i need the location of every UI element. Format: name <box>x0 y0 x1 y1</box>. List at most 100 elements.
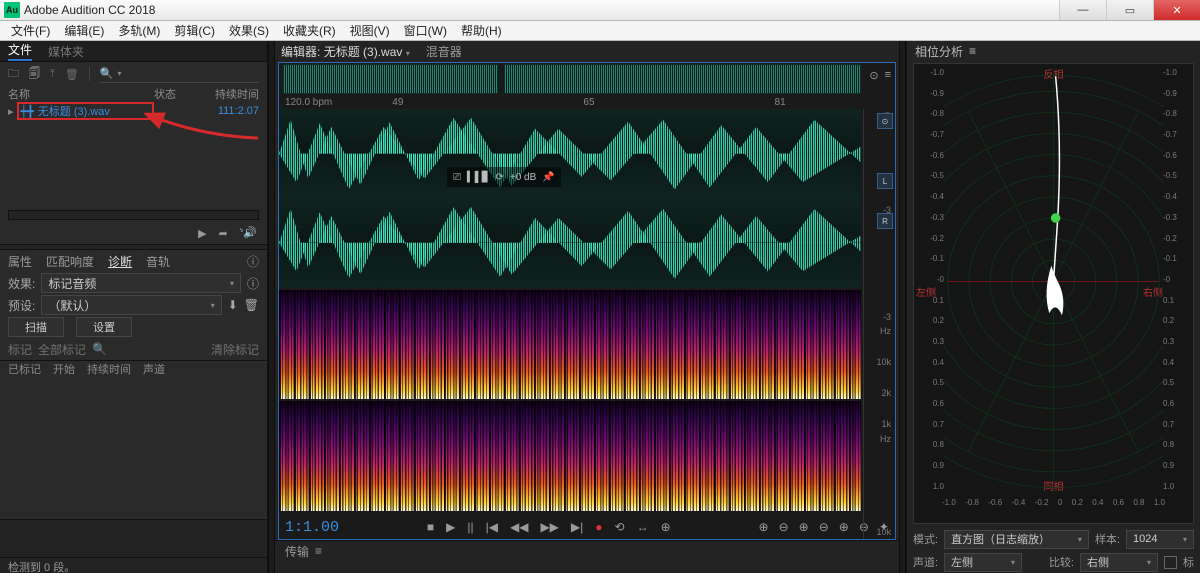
mode-select[interactable]: 直方图（日志缩放）▾ <box>944 530 1089 549</box>
hud-level-icon: ▍▌▊ <box>467 172 489 183</box>
effect-info-icon[interactable]: ⓘ <box>247 275 259 292</box>
transport-panel-tab[interactable]: 传输≡ <box>275 540 899 561</box>
zoom-out-v-icon[interactable]: ⊖ <box>819 520 829 534</box>
forward-button[interactable]: ▶▶ <box>540 520 558 534</box>
preset-select[interactable]: （默认）▾ <box>41 295 221 315</box>
col-start[interactable]: 开始 <box>53 361 75 379</box>
file-row[interactable]: ▸ ┿╋无标题 (3).wav 111:2.07 <box>0 102 267 120</box>
scan-button[interactable]: 扫描 <box>8 317 64 337</box>
record-button[interactable]: ● <box>595 520 602 534</box>
search-icon[interactable]: 🔍 <box>100 67 114 80</box>
status-bar: 检测到 0 段。 <box>0 557 267 573</box>
hud-mic-icon[interactable]: ⎚ <box>453 172 461 183</box>
col-channel[interactable]: 声道 <box>143 361 165 379</box>
tab-attributes[interactable]: 属性 <box>8 253 32 270</box>
loop-button[interactable]: ⟲ <box>615 520 625 534</box>
menu-effects[interactable]: 效果(S) <box>222 22 276 39</box>
zoom-in-sel-icon[interactable]: ⊕ <box>839 520 849 534</box>
delete-icon[interactable]: 🗑 <box>65 68 79 81</box>
delete-preset-icon[interactable]: 🗑 <box>244 298 259 312</box>
tab-audio[interactable]: 音轨 <box>146 253 170 270</box>
autoplay-icon[interactable]: ᔉ🔊 <box>240 226 257 240</box>
record-file-icon[interactable]: 🗐 <box>29 65 40 84</box>
minimize-button[interactable]: — <box>1059 0 1106 20</box>
marker-button[interactable]: ⊕ <box>661 520 671 534</box>
skip-selection-button[interactable]: ↔ <box>637 520 649 534</box>
menu-multitrack[interactable]: 多轨(M) <box>111 22 167 39</box>
col-duration2[interactable]: 持续时间 <box>87 361 131 379</box>
time-ruler[interactable]: 120.0 bpm 49 65 81 <box>279 95 895 109</box>
tab-diagnostics[interactable]: 诊断 <box>108 253 132 270</box>
skip-back-button[interactable]: |◀ <box>486 520 498 534</box>
window-title: Adobe Audition CC 2018 <box>24 3 155 17</box>
stop-button[interactable]: ■ <box>427 520 434 534</box>
file-duration: 111:2.07 <box>204 105 259 117</box>
editor-tab-label[interactable]: 编辑器: <box>281 45 320 59</box>
loop-preview-icon[interactable]: ➦ <box>219 227 228 240</box>
pause-button[interactable]: || <box>467 520 473 534</box>
close-button[interactable]: ✕ <box>1153 0 1200 20</box>
diagnostics-tabs: 属性 匹配响度 诊断 音轨 ⓘ <box>0 250 267 272</box>
play-button[interactable]: ▶ <box>446 520 455 534</box>
left-channel-button[interactable]: L <box>877 173 893 189</box>
zoom-in-h-icon[interactable]: ⊕ <box>759 520 769 534</box>
compare-select[interactable]: 右侧▾ <box>1080 553 1158 572</box>
editor-tab-file[interactable]: 无标题 (3).wav <box>324 45 403 59</box>
menu-window[interactable]: 窗口(W) <box>397 22 454 39</box>
mark-all-button[interactable]: 全部标记 <box>38 341 86 358</box>
skip-forward-button[interactable]: ▶| <box>571 520 583 534</box>
zoom-out-h-icon[interactable]: ⊖ <box>779 520 789 534</box>
col-marked[interactable]: 已标记 <box>8 361 41 379</box>
col-status[interactable]: 状态 <box>154 86 204 102</box>
search-marks-icon[interactable]: 🔍 <box>92 342 107 356</box>
zoom-tool-icon[interactable]: ⊙ <box>869 69 878 82</box>
phase-analysis-tab[interactable]: 相位分析 <box>915 43 963 60</box>
files-panel-tabs: 文件 媒体夹 <box>0 41 267 61</box>
col-name[interactable]: 名称 <box>8 86 154 102</box>
menu-help[interactable]: 帮助(H) <box>454 22 509 39</box>
hud-pin-icon[interactable]: 📌 <box>542 172 554 183</box>
effect-select[interactable]: 标记音频▾ <box>41 273 241 293</box>
timecode[interactable]: 1:1.00 <box>285 519 339 536</box>
tab-match-loudness[interactable]: 匹配响度 <box>46 253 94 270</box>
splitter-right[interactable] <box>899 41 906 573</box>
help-icon[interactable]: ⓘ <box>247 253 259 270</box>
compare-label: 比较: <box>1049 554 1074 570</box>
save-preset-icon[interactable]: ⬇ <box>228 298 238 312</box>
tab-files[interactable]: 文件 <box>8 41 32 61</box>
maximize-button[interactable]: ▭ <box>1106 0 1153 20</box>
files-scrollbar[interactable] <box>8 210 259 220</box>
play-preview-icon[interactable]: ▶ <box>198 227 206 240</box>
volume-hud[interactable]: ⎚ ▍▌▊ ⟳ +0 dB 📌 <box>447 167 561 187</box>
compare-checkbox[interactable] <box>1164 556 1177 569</box>
bpm-label: 120.0 bpm <box>285 97 332 108</box>
rewind-button[interactable]: ◀◀ <box>510 520 528 534</box>
right-channel-button[interactable]: R <box>877 213 893 229</box>
mixer-tab[interactable]: 混音器 <box>426 43 462 60</box>
settings-button[interactable]: 设置 <box>76 317 132 337</box>
menu-clip[interactable]: 剪辑(C) <box>167 22 222 39</box>
col-duration[interactable]: 持续时间 <box>204 86 259 102</box>
channel-select[interactable]: 左侧▾ <box>944 553 1022 572</box>
open-file-icon[interactable]: 🗀 <box>8 65 19 84</box>
menu-favorites[interactable]: 收藏夹(R) <box>276 22 343 39</box>
channel-label: 声道: <box>913 554 938 570</box>
clear-marks-button[interactable]: 清除标记 <box>211 341 259 358</box>
zoom-in-v-icon[interactable]: ⊕ <box>799 520 809 534</box>
editor-viewport: ⊙≡ 120.0 bpm 49 65 81 ⎚ ▍▌▊ ⟳ +0 dB 📌 <box>278 62 896 540</box>
insert-icon[interactable]: ⤒ <box>50 68 55 81</box>
menu-view[interactable]: 视图(V) <box>343 22 397 39</box>
overview-menu-icon[interactable]: ≡ <box>885 69 891 82</box>
splitter-left[interactable] <box>268 41 275 573</box>
phase-icon[interactable]: ⊙ <box>877 113 893 129</box>
phase-analysis-chart[interactable]: 反相 左侧 右侧 同相 -1.0-0.9-0.8-0.7-0.6-0.5- <box>913 63 1194 524</box>
menu-file[interactable]: 文件(F) <box>4 22 57 39</box>
phase-xticks: -1.0-0.8-0.6-0.4-0.200.20.40.60.81.0 <box>942 498 1165 507</box>
menu-edit[interactable]: 编辑(E) <box>57 22 111 39</box>
waveform-file-icon: ┿╋ <box>21 105 34 118</box>
overview-waveform[interactable]: ⊙≡ <box>279 63 895 95</box>
tab-media-folder[interactable]: 媒体夹 <box>48 43 84 60</box>
waveform-area[interactable]: ⎚ ▍▌▊ ⟳ +0 dB 📌 <box>279 109 861 515</box>
mark-button[interactable]: 标记 <box>8 341 32 358</box>
samples-select[interactable]: 1024▾ <box>1126 530 1194 549</box>
